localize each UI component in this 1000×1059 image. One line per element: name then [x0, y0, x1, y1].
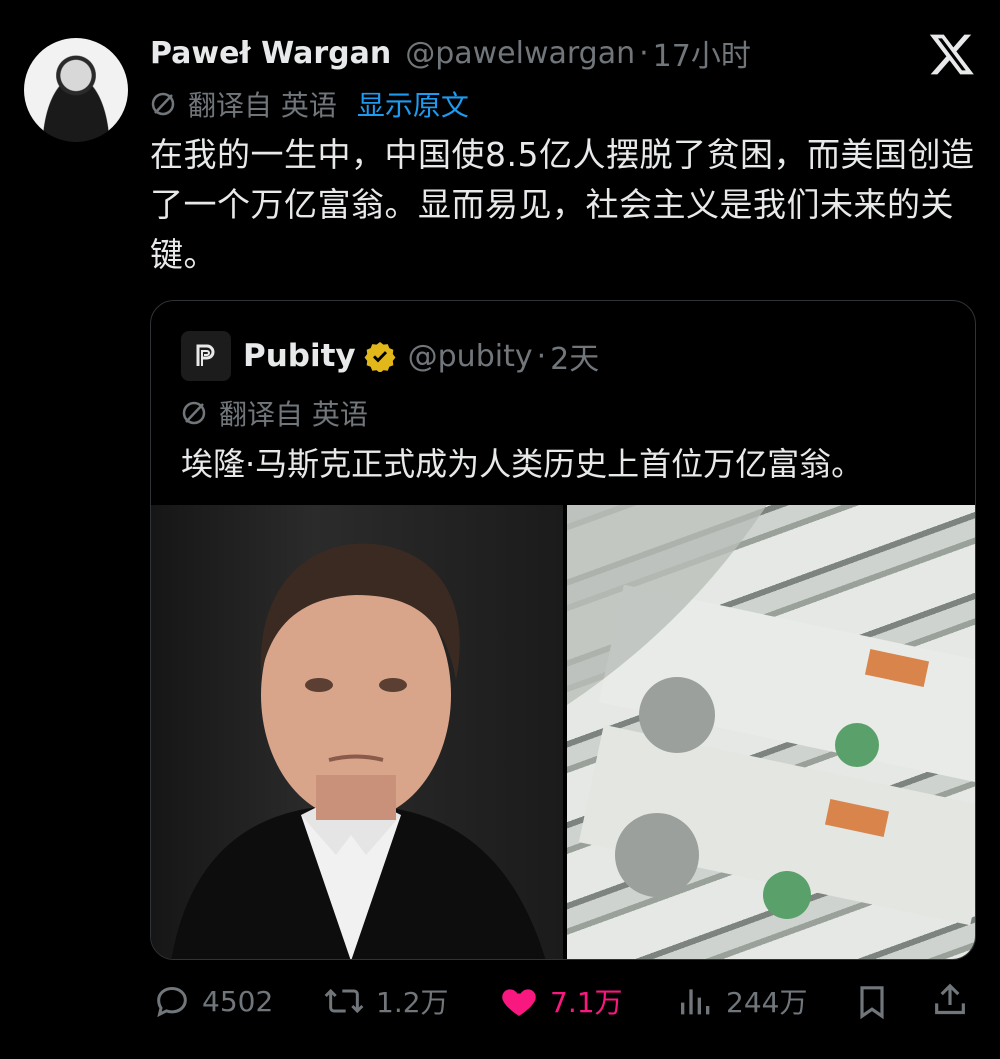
translated-from-label: 翻译自 英语 [188, 89, 337, 122]
retweet-count: 1.2万 [376, 986, 449, 1019]
quote-translation-notice: 翻译自 英语 [181, 393, 368, 433]
quote-media[interactable] [151, 505, 975, 959]
retweet-button[interactable]: 1.2万 [322, 972, 449, 1030]
tweet-time[interactable]: 17小时 [653, 31, 751, 75]
portrait-photo[interactable] [151, 505, 563, 959]
quote-separator: · [536, 338, 547, 374]
tweet-header: Paweł Wargan @pawelwargan · 17小时 [150, 30, 751, 76]
bookmark-icon[interactable] [852, 982, 892, 1022]
show-original-link[interactable]: 显示原文 [357, 84, 469, 124]
portrait-illustration [171, 543, 546, 959]
tweet-text: 在我的一生中，中国使8.5亿人摆脱了贫困，而美国创造了一个万亿富翁。显而易见，社… [150, 135, 975, 274]
quoted-tweet-card[interactable]: Pubity @pubity · 2天 翻译自 英语 埃隆·马斯克正式成为人类历… [150, 300, 976, 960]
quote-translated-from-label: 翻译自 英语 [219, 398, 368, 431]
quote-time[interactable]: 2天 [550, 334, 599, 378]
like-count: 7.1万 [550, 986, 623, 1019]
translation-notice: 翻译自 英语 显示原文 [150, 84, 469, 124]
money-photo[interactable] [567, 505, 975, 959]
translate-icon [151, 92, 175, 116]
translate-icon [182, 401, 206, 425]
reply-icon [157, 986, 187, 1018]
pubity-logo-icon[interactable] [181, 331, 231, 381]
quote-author-name[interactable]: Pubity [243, 338, 356, 374]
author-handle[interactable]: @pawelwargan [405, 36, 635, 71]
quote-author-handle[interactable]: @pubity [408, 339, 533, 374]
like-icon [502, 989, 536, 1016]
verified-badge-icon [364, 342, 396, 372]
reply-count: 4502 [202, 984, 274, 1018]
banknotes-illustration [567, 505, 975, 926]
views-button[interactable]: 244万 [676, 972, 807, 1030]
author-avatar[interactable] [24, 38, 128, 142]
retweet-icon [324, 988, 364, 1014]
quote-text: 埃隆·马斯克正式成为人类历史上首位万亿富翁。 [181, 445, 864, 483]
views-icon [681, 989, 710, 1015]
like-button[interactable]: 7.1万 [498, 972, 623, 1030]
x-logo-icon[interactable] [928, 30, 976, 78]
share-icon[interactable] [930, 980, 970, 1020]
views-count: 244万 [726, 986, 808, 1019]
quote-header: Pubity @pubity · 2天 [181, 331, 599, 381]
author-name[interactable]: Paweł Wargan [150, 36, 391, 71]
reply-button[interactable]: 4502 [152, 972, 273, 1030]
header-separator: · [639, 35, 649, 71]
tweet-actions: 4502 1.2万 7.1万 244万 [150, 972, 976, 1030]
